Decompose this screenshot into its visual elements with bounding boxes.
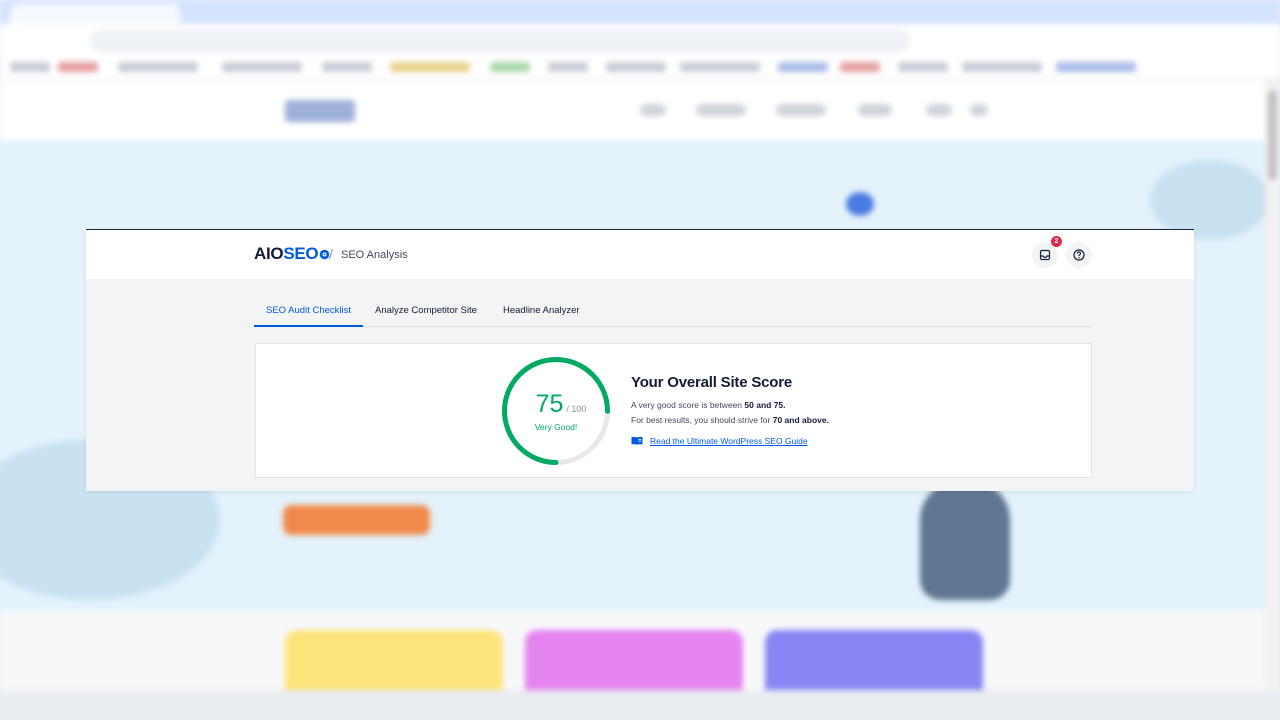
bookmark [548, 62, 588, 72]
hero-decoration [1150, 160, 1270, 240]
desc-target: 70 and above. [772, 415, 829, 425]
bookmark [490, 62, 530, 72]
top-bar: AIO SEO / SEO Analysis 2 [86, 230, 1194, 279]
logo-seo: SEO [283, 244, 319, 263]
site-header [0, 80, 1265, 140]
nav-item [640, 104, 666, 116]
hero-illustration [920, 480, 1010, 600]
score-description: A very good score is between 50 and 75. … [631, 398, 829, 428]
bookmark [222, 62, 302, 72]
browser-tab [10, 4, 180, 24]
bookmark [390, 62, 470, 72]
score-value: 75 [535, 390, 564, 418]
hero-cta [283, 505, 430, 535]
bookmark [1056, 62, 1136, 72]
help-button[interactable] [1066, 242, 1092, 268]
bookmark [10, 62, 50, 72]
nav-item [696, 104, 746, 116]
tab-analyze-competitor-site[interactable]: Analyze Competitor Site [375, 305, 477, 316]
score-title: Your Overall Site Score [631, 374, 793, 391]
book-icon [631, 437, 643, 446]
bookmark [58, 62, 98, 72]
score-info: Your Overall Site Score A very good scor… [631, 374, 829, 446]
breadcrumb-separator: / [329, 246, 333, 262]
scrollbar-thumb [1268, 90, 1277, 180]
notifications-button[interactable]: 2 [1032, 236, 1062, 268]
score-readout: 75 / 100 Very Good! [500, 355, 612, 467]
nav-item [858, 104, 892, 116]
seo-guide-link[interactable]: Read the Ultimate WordPress SEO Guide [631, 436, 829, 446]
address-bar [90, 30, 910, 52]
bookmark [778, 62, 828, 72]
breadcrumb: SEO Analysis [341, 249, 408, 261]
logo-aio: AIO [254, 244, 284, 263]
score-rating: Very Good! [534, 422, 578, 432]
seo-analysis-panel: AIO SEO / SEO Analysis 2 SEO Audit Check… [86, 229, 1194, 491]
help-icon [1073, 249, 1085, 261]
guide-link-text[interactable]: Read the Ultimate WordPress SEO Guide [650, 436, 808, 446]
bookmark [962, 62, 1042, 72]
browser-tabstrip [0, 0, 1280, 24]
bookmark [898, 62, 948, 72]
analysis-tabs: SEO Audit Checklist Analyze Competitor S… [254, 298, 1092, 327]
aioseo-logo: AIO SEO [254, 244, 330, 264]
bookmark [118, 62, 198, 72]
notification-badge: 2 [1051, 236, 1062, 247]
tab-headline-analyzer[interactable]: Headline Analyzer [503, 305, 580, 316]
hero-decoration [846, 192, 874, 216]
bookmark [322, 62, 372, 72]
nav-item [776, 104, 826, 116]
inbox-icon [1039, 249, 1051, 261]
bookmark [680, 62, 760, 72]
taskbar [0, 690, 1280, 720]
tab-seo-audit-checklist[interactable]: SEO Audit Checklist [266, 305, 351, 316]
desc-text: For best results, you should strive for [631, 415, 773, 425]
site-score-card: 75 / 100 Very Good! Your Overall Site Sc… [255, 343, 1092, 478]
desc-range: 50 and 75. [744, 400, 786, 410]
active-tab-indicator [254, 325, 363, 327]
bookmark [606, 62, 666, 72]
bookmark [840, 62, 880, 72]
nav-item [970, 104, 988, 116]
nav-item [926, 104, 952, 116]
desc-text: A very good score is between [631, 400, 745, 410]
site-logo [285, 100, 355, 122]
score-max: / 100 [566, 404, 587, 414]
